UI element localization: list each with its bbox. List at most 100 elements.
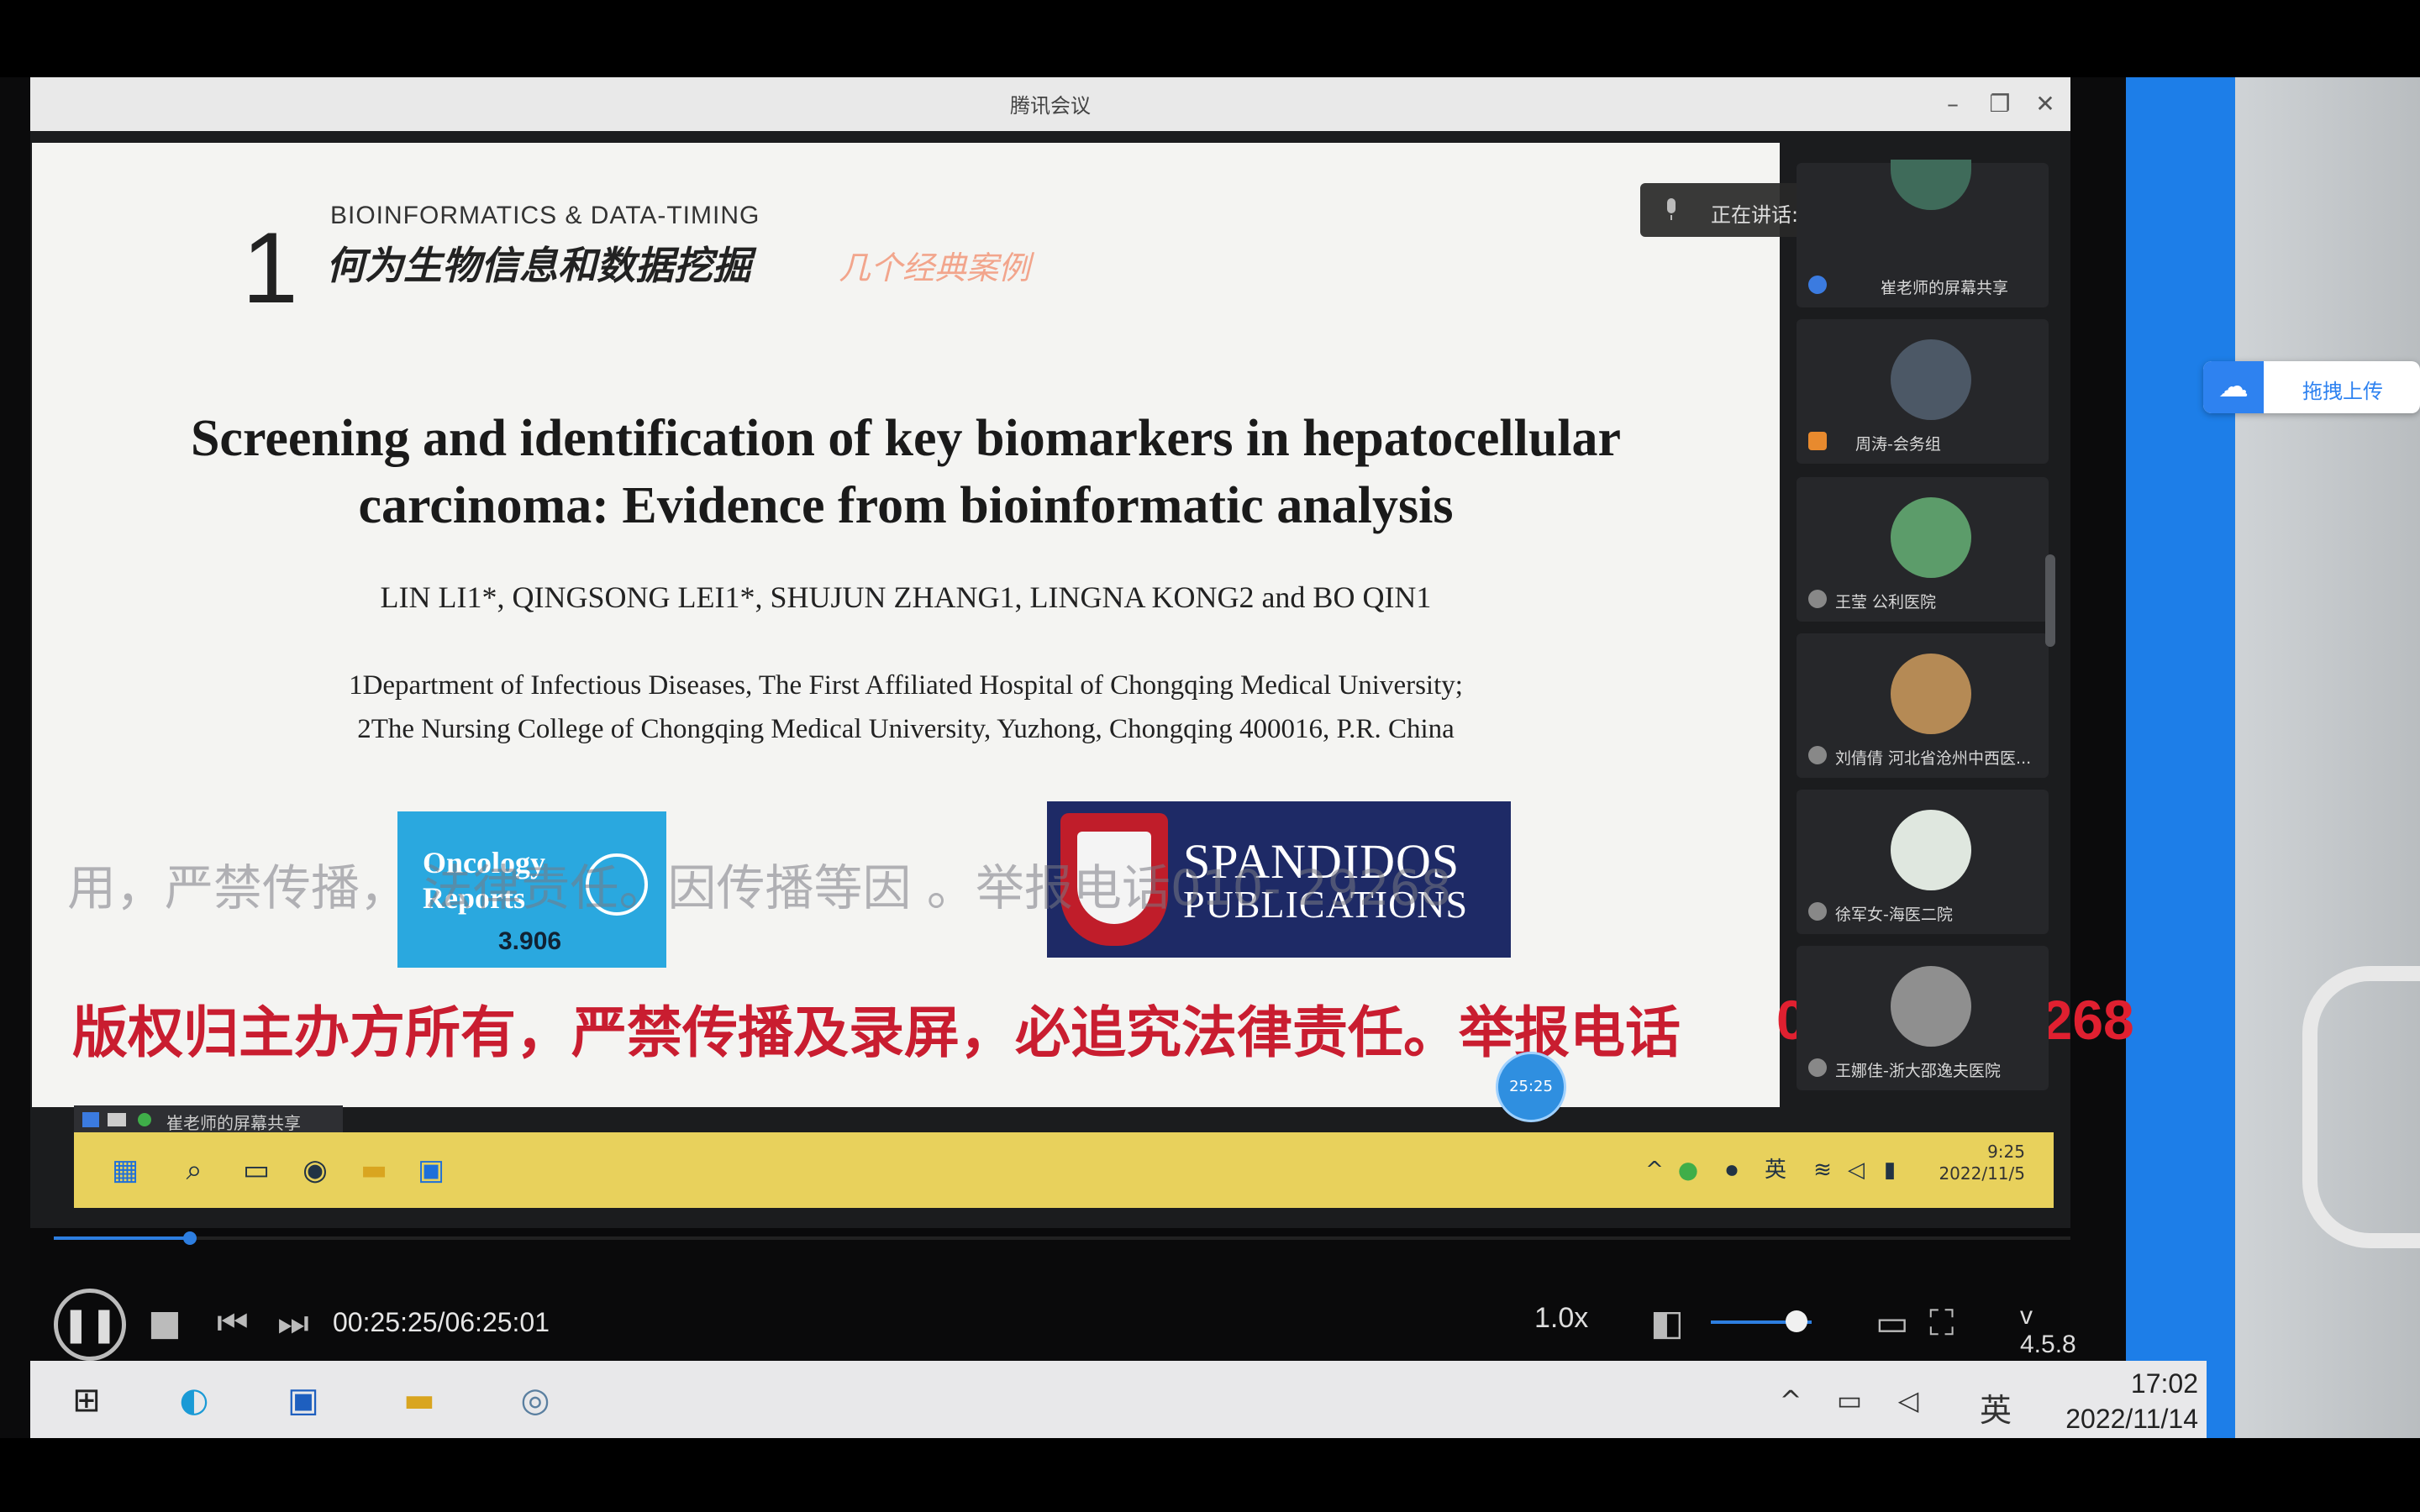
participant-tile[interactable]: 徐军女-海医二院 — [1797, 790, 2049, 934]
mic-icon: ⏺ — [1725, 1156, 1738, 1184]
fullscreen-icon[interactable]: ⛶ — [1929, 1305, 1954, 1341]
participant-tile[interactable]: 王莹 公利医院 — [1797, 477, 2049, 622]
avatar — [1891, 339, 1971, 420]
slide-heading-cn: 何为生物信息和数据挖掘 — [326, 243, 751, 288]
shared-slide: 1 BIOINFORMATICS & DATA-TIMING 何为生物信息和数据… — [32, 143, 1780, 1107]
next-button[interactable]: ⏭ — [277, 1305, 309, 1341]
volume-icon[interactable]: ◧ — [1650, 1305, 1684, 1341]
progress-track[interactable] — [54, 1236, 2070, 1240]
input-lang[interactable]: 英 — [1980, 1384, 2012, 1431]
drag-upload-widget[interactable]: ☁ 拖拽上传 — [2203, 361, 2420, 413]
mic-muted-icon — [1808, 746, 1827, 764]
cable — [2302, 966, 2420, 1248]
screen-share-label: 崔老师的屏幕共享 — [74, 1105, 343, 1134]
participant-list: 崔老师的屏幕共享 周涛-会务组 王莹 公利医院 刘倩倩 河北省沧州中西医... … — [1788, 160, 2055, 1090]
battery-icon: ▮ — [1883, 1158, 1897, 1183]
watermark-gray: 用，严禁传播， 法律责任。因传播等因 。举报电话010- 29268 — [67, 859, 1452, 916]
impact-factor: 3.906 — [498, 927, 562, 955]
file-explorer-icon[interactable]: ▬ — [398, 1379, 440, 1421]
participant-name: 王娜佳-浙大邵逸夫医院 — [1835, 1062, 2001, 1080]
clock-time: 17:02 — [2130, 1368, 2198, 1399]
inner-clock: 9:25 2022/11/5 — [1939, 1141, 2025, 1184]
mic-icon — [1667, 198, 1676, 220]
window-titlebar: 腾讯会议 – ❐ ✕ — [30, 77, 2070, 131]
windows-start-icon: ▦ — [111, 1153, 139, 1187]
version-label: v 4.5.8 — [2020, 1302, 2076, 1358]
windows-start-icon[interactable]: ⊞ — [66, 1379, 108, 1421]
window-title: 腾讯会议 — [1010, 94, 1091, 118]
upload-label: 拖拽上传 — [2302, 380, 2383, 403]
avatar — [1891, 497, 1971, 578]
video-player-bar: ❚❚ ■ ⏮ ⏭ 00:25:25/06:25:01 1.0x ◧ ▭ ⛶ v … — [30, 1228, 2076, 1361]
edge-icon[interactable]: ◐ — [173, 1379, 215, 1421]
player-app-icon[interactable]: ◎ — [514, 1379, 556, 1421]
pause-button[interactable]: ❚❚ — [54, 1289, 126, 1361]
avatar — [1891, 810, 1971, 890]
paper-title-line-2: carcinoma: Evidence from bioinformatic a… — [358, 477, 1454, 534]
app-tray-icon: ● — [1677, 1156, 1699, 1184]
participant-tile[interactable]: 王娜佳-浙大邵逸夫医院 — [1797, 946, 2049, 1090]
monitor-bezel-blue — [2126, 77, 2252, 1438]
paper-affiliations: 1Department of Infectious Diseases, The … — [32, 664, 1780, 751]
screen-share-name: 崔老师的屏幕共享 — [166, 1113, 301, 1133]
slide-number: 1 — [242, 212, 298, 324]
participant-tile[interactable]: 周涛-会务组 — [1797, 319, 2049, 464]
paper-title-line-1: Screening and identification of key biom… — [190, 410, 1622, 467]
shared-screen-taskbar: ▦ ⌕ ▭ ◉ ▬ ▣ ^ ● ⏺ 英 ≋ ◁ ▮ 9:25 2022/11/5 — [74, 1132, 2054, 1208]
pip-icon[interactable]: ▭ — [1876, 1305, 1909, 1341]
participant-name: 崔老师的屏幕共享 — [1881, 279, 2009, 297]
progress-knob[interactable] — [183, 1231, 197, 1245]
search-icon: ⌕ — [186, 1153, 203, 1187]
minimize-icon[interactable]: – — [1933, 84, 1973, 124]
inner-date: 2022/11/5 — [1939, 1163, 2025, 1184]
folder-icon: ▬ — [360, 1153, 388, 1187]
task-view-icon: ▭ — [242, 1153, 271, 1187]
participant-tile[interactable]: 崔老师的屏幕共享 — [1797, 160, 2049, 307]
paper-authors: LIN LI1*, QINGSONG LEI1*, SHUJUN ZHANG1,… — [380, 580, 1432, 614]
host-icon — [1808, 432, 1827, 450]
affiliation-2: 2The Nursing College of Chongqing Medica… — [357, 714, 1455, 744]
mic-muted-icon — [1808, 590, 1827, 608]
store-icon[interactable]: ▣ — [282, 1379, 324, 1421]
windows-taskbar: ⊞ ◐ ▣ ▬ ◎ ^ ▭ ◁ 英 17:02 2022/11/14 — [30, 1361, 2207, 1438]
participant-name: 王莹 公利医院 — [1835, 593, 1937, 612]
inner-time: 9:25 — [1987, 1142, 2025, 1162]
participant-name: 刘倩倩 河北省沧州中西医... — [1835, 749, 2032, 768]
share-status-icons — [82, 1112, 151, 1127]
paper-title: Screening and identification of key biom… — [32, 405, 1780, 539]
mic-muted-icon — [1808, 902, 1827, 921]
participant-name: 周涛-会务组 — [1855, 435, 1941, 454]
network-icon[interactable]: ▭ — [1828, 1379, 1870, 1421]
speaker-icon: ◁ — [1848, 1158, 1865, 1183]
timer-badge: 25:25 — [1496, 1052, 1566, 1122]
previous-button[interactable]: ⏮ — [217, 1305, 249, 1341]
participant-tile[interactable]: 刘倩倩 河北省沧州中西医... — [1797, 633, 2049, 778]
avatar — [1891, 654, 1971, 734]
avatar — [1891, 966, 1971, 1047]
stop-button[interactable]: ■ — [148, 1305, 182, 1341]
wifi-icon: ≋ — [1813, 1158, 1832, 1183]
speed-button[interactable]: 1.0x — [1534, 1302, 1588, 1335]
meeting-app-icon: ▣ — [417, 1153, 445, 1187]
volume-knob[interactable] — [1786, 1310, 1807, 1332]
close-icon[interactable]: ✕ — [2025, 84, 2065, 124]
clock-date: 2022/11/14 — [2065, 1404, 2198, 1434]
cloud-logo-icon: ☁ — [2203, 361, 2264, 413]
chrome-icon: ◉ — [302, 1153, 328, 1187]
slide-subheading: 几个经典案例 — [839, 249, 1031, 286]
participant-name: 徐军女-海医二院 — [1835, 906, 1953, 924]
watermark-red: 版权归主办方所有，严禁传播及录屏，必追究法律责任。举报电话 — [72, 1000, 1681, 1065]
speaker-icon[interactable]: ◁ — [1887, 1379, 1929, 1421]
system-clock[interactable]: 17:02 2022/11/14 — [2030, 1366, 2198, 1436]
mic-muted-icon — [1808, 1058, 1827, 1077]
slide-heading-en: BIOINFORMATICS & DATA-TIMING — [330, 202, 760, 229]
user-icon — [1808, 276, 1827, 294]
playback-time: 00:25:25/06:25:01 — [333, 1307, 550, 1337]
progress-fill — [54, 1236, 191, 1240]
restore-icon[interactable]: ❐ — [1980, 84, 2020, 124]
avatar — [1891, 160, 1971, 210]
chevron-up-icon[interactable]: ^ — [1770, 1379, 1812, 1421]
chevron-up-icon: ^ — [1645, 1158, 1664, 1183]
input-lang: 英 — [1764, 1158, 1786, 1183]
participant-scrollbar[interactable] — [2045, 554, 2055, 647]
